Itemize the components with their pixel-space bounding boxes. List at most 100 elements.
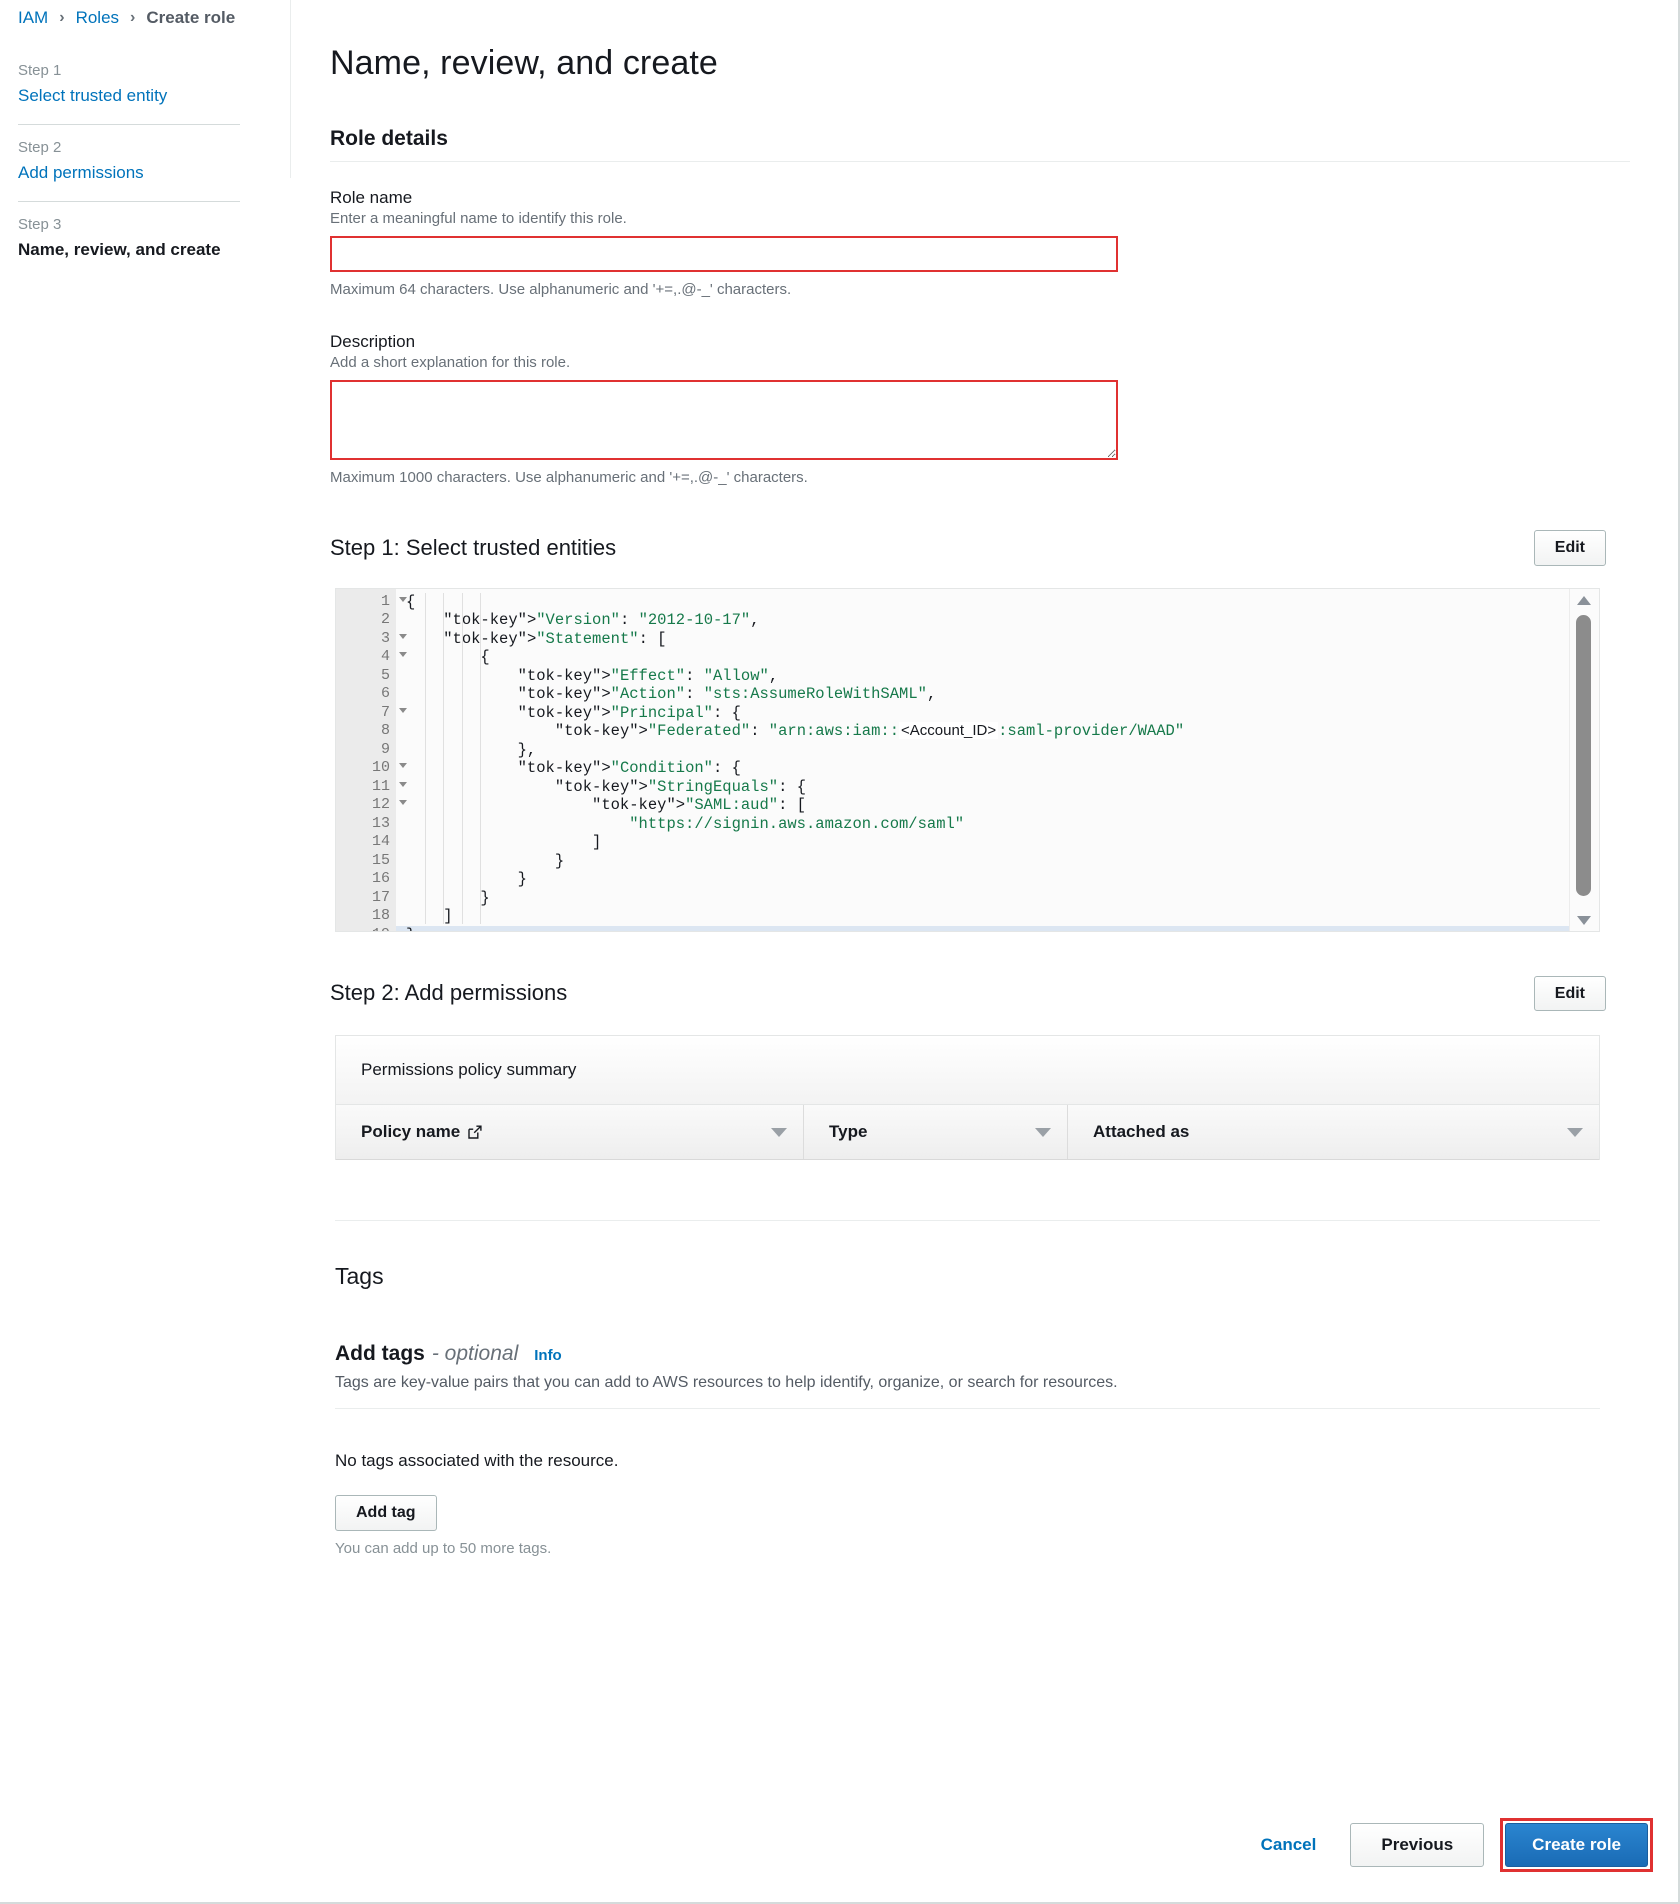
sidebar-step-2-number: Step 2 [18,139,240,156]
editor-line-number: 4 [336,648,396,667]
breadcrumb-item-iam[interactable]: IAM [18,8,48,28]
scroll-up-arrow-icon[interactable] [1577,596,1591,605]
column-header-attached-as[interactable]: Attached as [1068,1105,1599,1159]
column-header-policy-name-label: Policy name [361,1122,460,1142]
tags-description: Tags are key-value pairs that you can ad… [335,1374,1630,1392]
step1-review-title: Step 1: Select trusted entities [330,535,616,561]
create-role-page: IAM › Roles › Create role Step 1 Select … [0,0,1680,1904]
breadcrumb-item-roles[interactable]: Roles [76,8,119,28]
editor-code-line: } [396,870,1569,889]
role-details-divider [330,161,1630,162]
editor-code-line: }, [396,741,1569,760]
indent-guide [443,593,444,925]
editor-line-number: 16 [336,870,396,889]
wizard-steps-sidebar: Step 1 Select trusted entity Step 2 Add … [18,52,240,278]
editor-code-line: { [396,648,1569,667]
account-id-placeholder: <Account_ID> [899,722,998,739]
role-description-hint: Maximum 1000 characters. Use alphanumeri… [330,469,1630,486]
editor-vertical-scrollbar[interactable] [1569,589,1599,931]
role-description-textarea[interactable] [330,380,1118,460]
editor-code-line: } [396,926,1569,931]
info-link[interactable]: Info [534,1347,562,1364]
wizard-footer-actions: Cancel Previous Create role [1243,1818,1653,1872]
editor-line-number: 18 [336,907,396,926]
sidebar-step-2[interactable]: Step 2 Add permissions [18,124,240,201]
editor-code-line: "https://signin.aws.amazon.com/saml" [396,815,1569,834]
previous-button[interactable]: Previous [1350,1823,1484,1867]
sidebar-step-3-number: Step 3 [18,216,240,233]
main-content: Name, review, and create Role details Ro… [330,44,1630,1557]
sidebar-step-1-label[interactable]: Select trusted entity [18,86,240,106]
sort-caret-icon-type[interactable] [1035,1128,1051,1137]
editor-line-number: 13 [336,815,396,834]
editor-code-line: "tok-key">"SAML:aud": [ [396,796,1569,815]
step1-edit-button[interactable]: Edit [1534,530,1606,566]
role-name-label: Role name [330,188,1630,208]
editor-line-number: 8 [336,722,396,741]
indent-guide [425,593,426,925]
sidebar-step-3: Step 3 Name, review, and create [18,201,240,278]
sidebar-step-1-number: Step 1 [18,62,240,79]
column-header-attached-as-label: Attached as [1093,1122,1189,1142]
permissions-policy-table: Permissions policy summary Policy name [335,1035,1600,1160]
trust-policy-editor[interactable]: 12345678910111213141516171819 { "tok-key… [335,588,1600,932]
editor-line-number: 7 [336,704,396,723]
indent-guide [480,593,481,925]
sidebar-step-3-label: Name, review, and create [18,240,240,260]
editor-line-number: 15 [336,852,396,871]
editor-line-number: 2 [336,611,396,630]
create-role-highlight-box: Create role [1500,1818,1653,1872]
step2-edit-button[interactable]: Edit [1534,976,1606,1012]
column-header-type[interactable]: Type [804,1105,1068,1159]
role-description-label: Description [330,332,1630,352]
editor-line-number: 17 [336,889,396,908]
editor-code-line: "tok-key">"Principal": { [396,704,1569,723]
page-title: Name, review, and create [330,44,1630,83]
editor-code-line: "tok-key">"StringEquals": { [396,778,1569,797]
editor-code-line: ] [396,907,1569,926]
indent-guide [462,593,463,925]
breadcrumb-separator-icon: › [130,9,135,27]
role-details-heading: Role details [330,127,1630,151]
tags-section: Tags Add tags - optional Info Tags are k… [335,1263,1630,1557]
add-tags-label: Add tags [335,1342,425,1366]
editor-code-area[interactable]: { "tok-key">"Version": "2012-10-17", "to… [396,589,1569,931]
cancel-button[interactable]: Cancel [1243,1825,1335,1865]
editor-code-line: } [396,852,1569,871]
breadcrumb-separator-icon: › [59,9,64,27]
sort-caret-icon-attached-as[interactable] [1567,1128,1583,1137]
editor-line-number: 11 [336,778,396,797]
sidebar-step-2-label[interactable]: Add permissions [18,163,240,183]
step2-review-title: Step 2: Add permissions [330,980,567,1006]
sidebar-step-1[interactable]: Step 1 Select trusted entity [18,52,240,124]
section-divider-after-table [335,1220,1600,1221]
role-name-field: Role name Enter a meaningful name to ide… [330,188,1630,298]
permissions-table-header-row: Policy name T [336,1105,1599,1160]
role-description-description: Add a short explanation for this role. [330,354,1630,371]
role-name-description: Enter a meaningful name to identify this… [330,210,1630,227]
editor-code-line: "tok-key">"Version": "2012-10-17", [396,611,1569,630]
tags-remaining-hint: You can add up to 50 more tags. [335,1540,1630,1557]
role-name-input[interactable] [330,236,1118,272]
sidebar-divider [290,0,291,178]
editor-code-line: "tok-key">"Effect": "Allow", [396,667,1569,686]
editor-line-number: 12 [336,796,396,815]
tags-divider [335,1408,1600,1409]
editor-line-number: 10 [336,759,396,778]
step2-review-header: Step 2: Add permissions Edit [330,976,1630,1012]
tags-heading: Tags [335,1263,1630,1290]
role-name-hint: Maximum 64 characters. Use alphanumeric … [330,281,1630,298]
permissions-table-caption: Permissions policy summary [336,1036,1599,1105]
column-header-type-label: Type [829,1122,867,1142]
editor-line-number: 19 [336,926,396,932]
scroll-down-arrow-icon[interactable] [1577,916,1591,925]
add-tag-button[interactable]: Add tag [335,1495,437,1531]
editor-code-line: "tok-key">"Action": "sts:AssumeRoleWithS… [396,685,1569,704]
sort-caret-icon-policy-name[interactable] [771,1128,787,1137]
breadcrumb-item-create-role: Create role [146,8,235,28]
scrollbar-thumb[interactable] [1576,615,1591,896]
editor-line-number: 14 [336,833,396,852]
create-role-button[interactable]: Create role [1505,1823,1648,1867]
editor-line-number: 9 [336,741,396,760]
column-header-policy-name[interactable]: Policy name [336,1105,804,1159]
